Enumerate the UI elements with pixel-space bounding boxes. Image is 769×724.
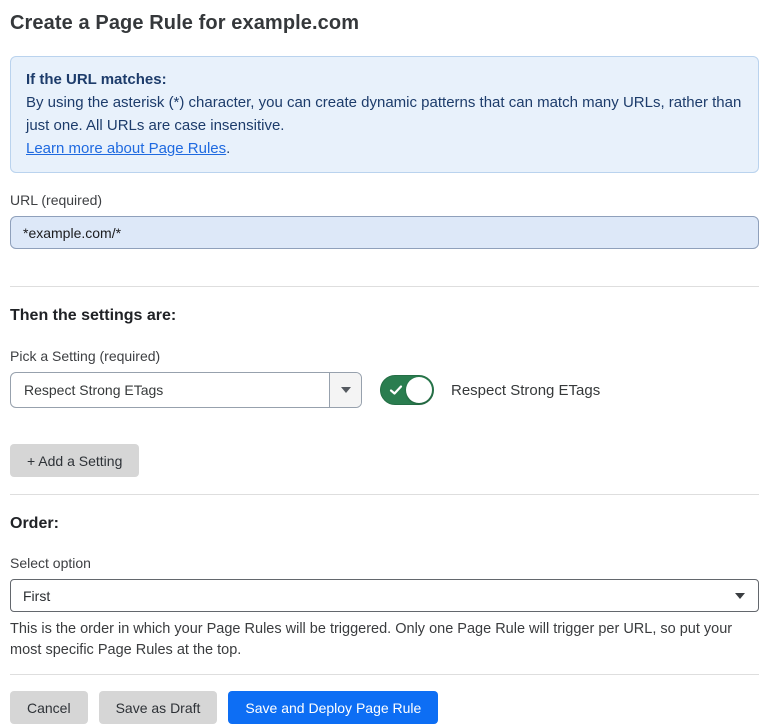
save-as-draft-button[interactable]: Save as Draft [99,691,218,724]
footer-button-row: Cancel Save as Draft Save and Deploy Pag… [10,691,759,724]
url-input[interactable] [10,216,759,249]
link-suffix: . [226,140,230,157]
divider [10,494,759,495]
save-and-deploy-button[interactable]: Save and Deploy Page Rule [228,691,438,724]
divider [10,286,759,287]
order-section-heading: Order: [10,515,759,533]
order-select-label: Select option [10,555,759,571]
settings-section-heading: Then the settings are: [10,307,759,325]
respect-strong-etags-toggle[interactable] [380,375,434,405]
order-help-text: This is the order in which your Page Rul… [10,619,759,661]
setting-select-arrow-button[interactable] [329,373,361,407]
url-field-label: URL (required) [10,192,759,208]
learn-more-link[interactable]: Learn more about Page Rules [26,140,226,157]
pick-setting-label: Pick a Setting (required) [10,348,759,364]
divider [10,674,759,675]
toggle-group: Respect Strong ETags [380,375,600,405]
dropdown-arrow-icon [341,387,351,393]
chevron-down-icon [735,593,745,599]
info-box-body: By using the asterisk (*) character, you… [26,91,743,137]
toggle-label: Respect Strong ETags [451,382,600,399]
cancel-button[interactable]: Cancel [10,691,88,724]
check-icon [389,383,403,397]
url-match-info-box: If the URL matches: By using the asteris… [10,56,759,173]
order-select[interactable]: First [10,579,759,612]
info-box-heading: If the URL matches: [26,68,743,91]
setting-select[interactable]: Respect Strong ETags [10,372,362,408]
page-title: Create a Page Rule for example.com [10,12,759,35]
setting-select-value: Respect Strong ETags [11,373,329,407]
info-box-link-line: Learn more about Page Rules. [26,137,743,160]
order-select-value: First [23,588,50,604]
add-setting-button[interactable]: + Add a Setting [10,444,139,477]
toggle-knob[interactable] [406,377,432,403]
create-page-rule-panel: Create a Page Rule for example.com If th… [0,0,769,724]
setting-row: Respect Strong ETags Respect Strong ETag… [10,372,759,408]
